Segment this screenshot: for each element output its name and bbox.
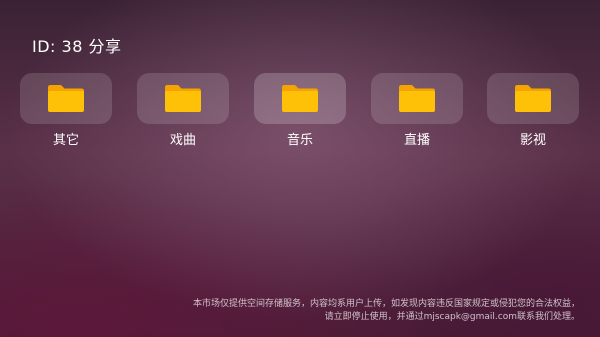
folder-live[interactable]: 直播: [371, 73, 463, 148]
folder-icon: [399, 85, 435, 112]
disclaimer-text: 本市场仅提供空间存储服务，内容均系用户上传，如发现内容违反国家规定或侵犯您的合法…: [193, 298, 580, 324]
folder-label: 直播: [403, 133, 430, 148]
folder-label: 影视: [519, 133, 546, 148]
folder-opera[interactable]: 戏曲: [137, 73, 229, 148]
folder-label: 音乐: [286, 133, 313, 148]
folder-tile[interactable]: [20, 73, 112, 124]
folder-icon: [165, 85, 201, 112]
disclaimer-line: 本市场仅提供空间存储服务，内容均系用户上传，如发现内容违反国家规定或侵犯您的合法…: [192, 299, 580, 309]
folder-other[interactable]: 其它: [20, 73, 112, 148]
folder-music[interactable]: 音乐: [254, 73, 346, 148]
folder-label: 其它: [52, 133, 79, 148]
folder-icon: [48, 85, 84, 112]
folder-movies[interactable]: 影视: [487, 73, 579, 148]
folder-tile[interactable]: [371, 73, 463, 124]
folder-icon: [515, 85, 551, 112]
disclaimer-line: 请立即停止使用，并通过mjscapk@gmail.com联系我们处理。: [324, 312, 580, 322]
folder-tile[interactable]: [487, 73, 579, 124]
folder-grid: 其它 戏曲 音乐 直播 影视: [20, 73, 580, 153]
share-id-title: ID: 38 分享: [32, 37, 122, 56]
folder-label: 戏曲: [169, 133, 196, 148]
folder-tile[interactable]: [254, 73, 346, 124]
folder-tile[interactable]: [137, 73, 229, 124]
folder-icon: [282, 85, 318, 112]
